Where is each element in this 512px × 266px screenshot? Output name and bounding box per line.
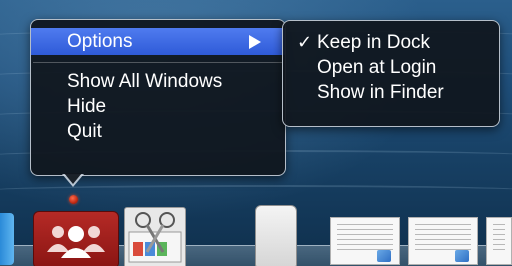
menu-item-label: Options xyxy=(67,31,133,52)
desktop-background: Options Show All Windows Hide Quit ✓ Kee… xyxy=(0,0,512,266)
submenu-item-label: Keep in Dock xyxy=(317,32,431,53)
dock xyxy=(0,195,512,266)
document-lines xyxy=(493,224,505,254)
people-glyph-icon xyxy=(47,226,105,258)
checkmark-icon: ✓ xyxy=(297,32,313,52)
menu-item-label: Hide xyxy=(67,96,107,117)
menu-item-label: Show All Windows xyxy=(67,71,223,92)
menu-item-label: Quit xyxy=(67,121,102,142)
menu-item-hide[interactable]: Hide xyxy=(31,94,285,119)
scissors-glyph-icon xyxy=(128,212,182,263)
menu-separator xyxy=(33,62,283,63)
submenu-item-show-in-finder[interactable]: Show in Finder xyxy=(283,80,499,105)
scissors-icon[interactable] xyxy=(124,207,186,266)
submenu-item-open-at-login[interactable]: Open at Login xyxy=(283,55,499,80)
preview-badge-icon xyxy=(377,250,391,262)
document-thumbnail[interactable] xyxy=(408,217,478,265)
running-indicator xyxy=(69,195,78,204)
pages-icon[interactable] xyxy=(255,205,297,266)
people-icon[interactable] xyxy=(33,211,119,266)
submenu-item-label: Show in Finder xyxy=(317,82,444,103)
document-thumbnail[interactable] xyxy=(330,217,400,265)
options-submenu: ✓ Keep in Dock Open at Login Show in Fin… xyxy=(282,20,500,127)
submenu-item-keep-in-dock[interactable]: ✓ Keep in Dock xyxy=(283,30,499,55)
preview-badge-icon xyxy=(455,250,469,262)
menu-item-options[interactable]: Options xyxy=(31,28,285,55)
partial-app-icon[interactable] xyxy=(0,213,14,265)
submenu-arrow-icon xyxy=(249,35,261,49)
dock-context-menu: Options Show All Windows Hide Quit xyxy=(30,19,286,176)
menu-item-show-all-windows[interactable]: Show All Windows xyxy=(31,69,285,94)
menu-item-quit[interactable]: Quit xyxy=(31,119,285,144)
document-thumbnail[interactable] xyxy=(486,217,512,265)
submenu-item-label: Open at Login xyxy=(317,57,437,78)
menu-pointer-fill xyxy=(64,173,82,184)
